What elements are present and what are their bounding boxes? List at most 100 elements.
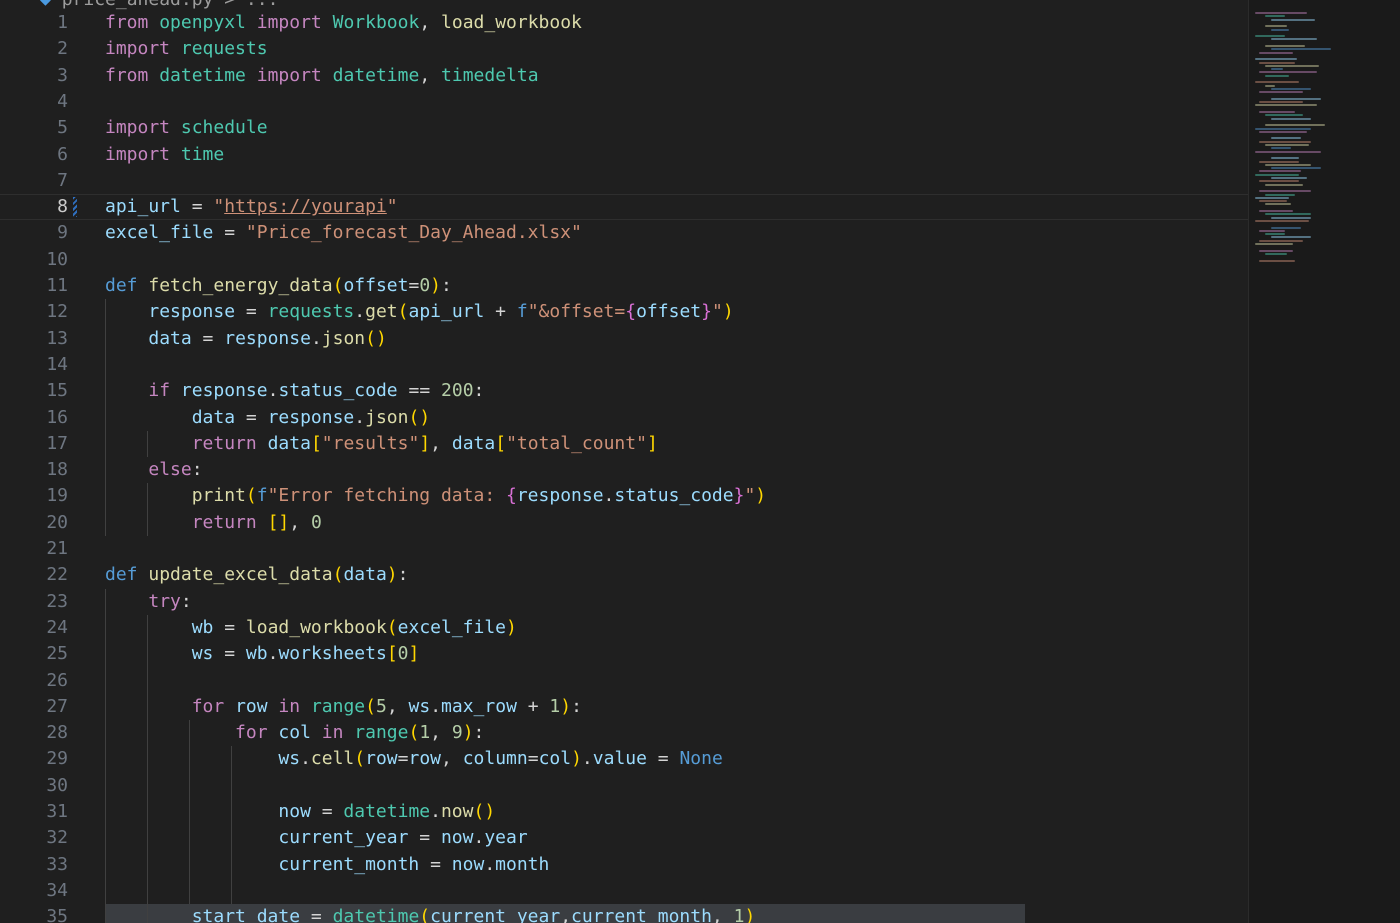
- code-line[interactable]: 17 return data["results"], data["total_c…: [0, 431, 1248, 457]
- code-token: ,: [419, 64, 442, 86]
- minimap-line: [1259, 111, 1295, 113]
- code-token: ): [560, 695, 572, 717]
- code-line[interactable]: 20 return [], 0: [0, 510, 1248, 536]
- code-line[interactable]: 25 ws = wb.worksheets[0]: [0, 641, 1248, 667]
- code-token: ": [744, 485, 756, 507]
- code-line[interactable]: 12 response = requests.get(api_url + f"&…: [0, 299, 1248, 325]
- minimap-line: [1255, 173, 1299, 176]
- code-token: (): [365, 327, 387, 349]
- code-token: "results": [321, 432, 420, 454]
- code-token: .: [310, 327, 322, 349]
- line-number: 18: [46, 459, 68, 481]
- code-token: import: [256, 64, 322, 86]
- line-number: 27: [46, 695, 68, 717]
- code-token: import: [105, 117, 171, 139]
- code-line[interactable]: 23 try:: [0, 589, 1248, 615]
- code-text: ws = wb.worksheets[0]: [105, 641, 420, 667]
- minimap-line: [1265, 74, 1289, 77]
- code-line[interactable]: 19 print(f"Error fetching data: {respons…: [0, 483, 1248, 509]
- code-token: datetime: [343, 801, 431, 822]
- code-line[interactable]: 24 wb = load_workbook(excel_file): [0, 615, 1248, 641]
- code-token: =: [300, 906, 333, 923]
- code-line[interactable]: 29 ws.cell(row=row, column=col).value = …: [0, 746, 1248, 772]
- minimap-line: [1259, 51, 1293, 54]
- code-token: try: [148, 590, 181, 612]
- code-line[interactable]: 21: [0, 536, 1248, 562]
- indent-guide: [189, 720, 190, 905]
- minimap-line: [1259, 140, 1311, 143]
- code-line[interactable]: 16 data = response.json(): [0, 405, 1248, 431]
- code-line[interactable]: 8 api_url = "https://yourapi": [0, 194, 1248, 220]
- code-token: 9: [451, 722, 463, 744]
- code-token: ): [571, 748, 582, 770]
- code-line[interactable]: 33 current_month = now.month: [0, 852, 1248, 878]
- code-line[interactable]: 31 now = datetime.now(): [0, 799, 1248, 825]
- line-number: 20: [46, 511, 68, 533]
- minimap[interactable]: [1248, 0, 1400, 923]
- code-line[interactable]: 34: [0, 878, 1248, 904]
- code-token: value: [592, 748, 647, 770]
- code-line[interactable]: 26: [0, 668, 1248, 694]
- code-text: now = datetime.now(): [105, 799, 495, 825]
- code-text: start_date = datetime(current_year,curre…: [105, 904, 756, 923]
- code-token: ): [506, 616, 517, 638]
- code-token: from: [105, 64, 149, 86]
- code-token: ": [711, 301, 723, 323]
- code-line[interactable]: 7: [0, 168, 1248, 194]
- code-line[interactable]: 9 excel_file = "Price_forecast_Day_Ahead.…: [0, 220, 1248, 246]
- code-text: return [], 0: [105, 510, 322, 536]
- code-line[interactable]: 3 from datetime import datetime, timedelt…: [0, 63, 1248, 89]
- code-token: return: [191, 511, 257, 533]
- line-number: 24: [46, 616, 68, 638]
- code-line[interactable]: 18 else:: [0, 457, 1248, 483]
- code-editor[interactable]: 1 from openpyxl import Workbook, load_wor…: [0, 10, 1248, 923]
- minimap-line: [1271, 38, 1317, 41]
- code-line[interactable]: 5 import schedule: [0, 115, 1248, 141]
- minimap-line: [1271, 97, 1321, 100]
- code-line[interactable]: 6 import time: [0, 142, 1248, 168]
- minimap-line: [1259, 130, 1307, 133]
- python-file-icon: ◆: [40, 0, 62, 10]
- code-line[interactable]: 2 import requests: [0, 36, 1248, 62]
- code-line[interactable]: 1 from openpyxl import Workbook, load_wor…: [0, 10, 1248, 36]
- code-line[interactable]: 32 current_year = now.year: [0, 825, 1248, 851]
- editor-tab-bar[interactable]: ◆ price_ahead.py > ...: [0, 0, 1400, 10]
- code-token: current_month: [278, 853, 420, 875]
- code-token: data: [343, 564, 387, 586]
- code-token: (): [473, 801, 496, 822]
- line-number: 23: [46, 590, 68, 612]
- code-token: data: [451, 432, 496, 454]
- minimap-line: [1255, 81, 1299, 84]
- code-token: ]: [419, 432, 431, 454]
- code-text: else:: [105, 457, 202, 483]
- minimap-line: [1259, 259, 1295, 262]
- code-line[interactable]: 22 def update_excel_data(data):: [0, 562, 1248, 588]
- code-line[interactable]: 28 for col in range(1, 9):: [0, 720, 1248, 746]
- code-line[interactable]: 27 for row in range(5, ws.max_row + 1):: [0, 694, 1248, 720]
- code-line[interactable]: 13 data = response.json(): [0, 326, 1248, 352]
- code-line[interactable]: 14: [0, 352, 1248, 378]
- minimap-line: [1271, 137, 1301, 140]
- code-token: ): [755, 485, 767, 507]
- code-text: current_month = now.month: [105, 852, 549, 878]
- code-line[interactable]: 30: [0, 773, 1248, 799]
- tab-filename[interactable]: ◆ price_ahead.py > ...: [40, 0, 278, 10]
- code-line[interactable]: 35 start_date = datetime(current_year,cu…: [0, 904, 1248, 923]
- code-line[interactable]: 10: [0, 247, 1248, 273]
- code-token: max_row: [441, 695, 517, 717]
- minimap-line: [1255, 12, 1307, 14]
- code-token: (: [332, 564, 344, 586]
- code-token: {: [625, 301, 637, 323]
- code-line[interactable]: 4: [0, 89, 1248, 115]
- code-token: }: [701, 301, 712, 323]
- code-text: def fetch_energy_data(offset=0):: [105, 273, 452, 299]
- code-line[interactable]: 15 if response.status_code == 200:: [0, 378, 1248, 404]
- code-token: ): [462, 722, 474, 744]
- code-line[interactable]: 11 def fetch_energy_data(offset=0):: [0, 273, 1248, 299]
